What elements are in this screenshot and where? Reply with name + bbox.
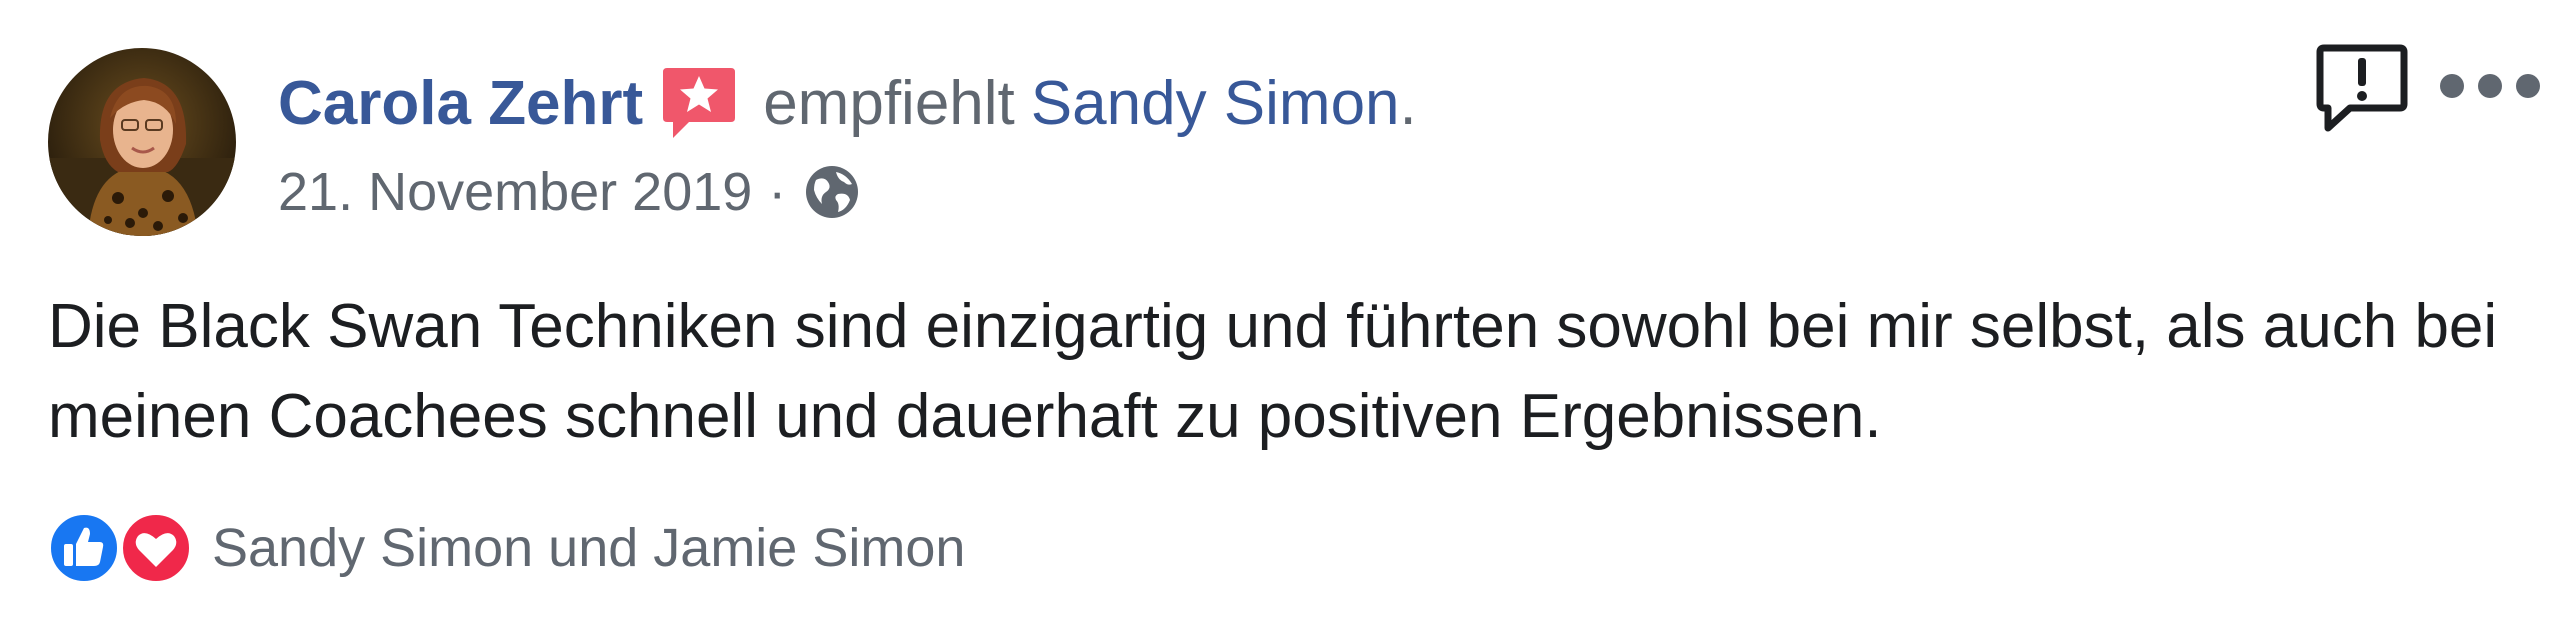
reactions-summary[interactable]: Sandy Simon und Jamie Simon	[46, 508, 965, 588]
author-avatar[interactable]	[48, 48, 236, 236]
recommended-page-link[interactable]: Sandy Simon	[1031, 68, 1400, 139]
post-timestamp-link[interactable]: 21. November 2019	[278, 161, 752, 223]
author-name-link[interactable]: Carola Zehrt	[278, 68, 643, 139]
recommendation-verb: empfiehlt	[763, 68, 1015, 138]
post-meta: 21. November 2019 ·	[278, 156, 862, 228]
more-dot	[2478, 74, 2502, 98]
love-icon	[118, 510, 194, 586]
report-speech-bubble-icon[interactable]	[2316, 42, 2408, 134]
like-icon	[46, 510, 122, 586]
meta-separator: ·	[768, 162, 787, 222]
recommendation-period: .	[1399, 68, 1417, 138]
globe-icon[interactable]	[802, 162, 862, 222]
more-dot	[2516, 74, 2540, 98]
recommend-badge-icon	[659, 64, 739, 142]
more-dot	[2440, 74, 2464, 98]
reactor-names: Sandy Simon und Jamie Simon	[212, 518, 966, 578]
reaction-icons	[46, 510, 206, 586]
post-header: Carola Zehrt empfiehlt Sandy Simon .	[278, 58, 1417, 148]
more-options-icon[interactable]	[2440, 66, 2540, 106]
post-body-text: Die Black Swan Techniken sind einzigarti…	[48, 292, 2498, 451]
recommendation-post: Carola Zehrt empfiehlt Sandy Simon . 21.…	[0, 0, 2560, 632]
